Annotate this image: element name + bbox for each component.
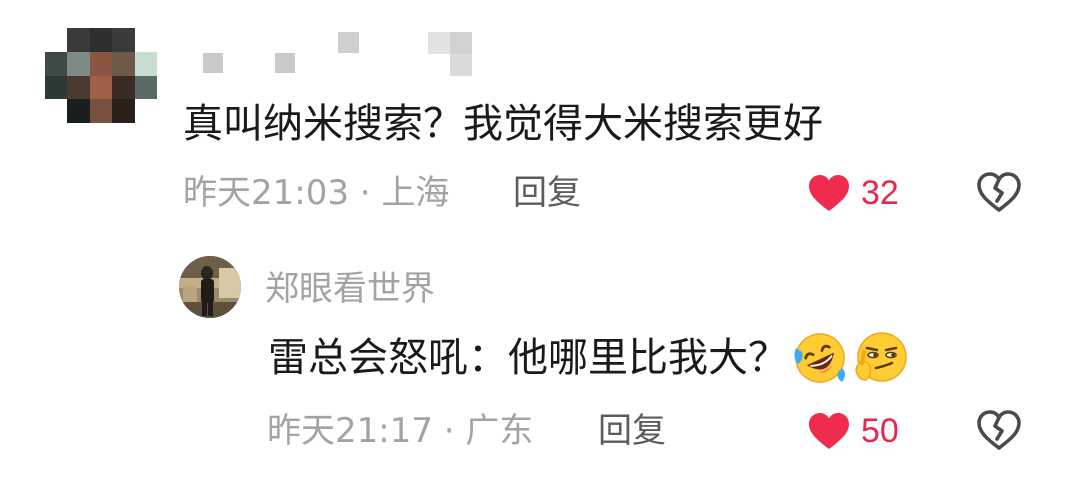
broken-heart-icon <box>976 409 1022 451</box>
smirking-thinking-face-icon <box>852 330 908 386</box>
reply-button[interactable]: 回复 <box>598 409 666 453</box>
reply-timestamp-location: 昨天21:17 · 广东 <box>267 411 534 451</box>
reply-button[interactable]: 回复 <box>513 171 581 215</box>
heart-icon <box>807 411 851 451</box>
like-count: 50 <box>861 412 899 450</box>
heart-icon <box>807 173 851 213</box>
like-count: 32 <box>861 174 899 212</box>
avatar[interactable] <box>179 256 241 318</box>
reply-text: 雷总会怒吼：他哪里比我大？ <box>268 335 788 381</box>
comment-timestamp-location: 昨天21:03 · 上海 <box>183 173 450 213</box>
username-pixelated[interactable] <box>200 30 480 78</box>
like-button[interactable]: 50 <box>807 409 899 453</box>
dislike-button[interactable] <box>976 409 1022 451</box>
dislike-button[interactable] <box>976 171 1022 213</box>
rolling-on-floor-laughing-icon <box>792 330 848 386</box>
like-button[interactable]: 32 <box>807 171 899 215</box>
reply-author-name[interactable]: 郑眼看世界 <box>265 266 435 312</box>
broken-heart-icon <box>976 171 1022 213</box>
comment-text: 真叫纳米搜索？我觉得大米搜索更好 <box>183 101 823 147</box>
avatar-pixelated[interactable] <box>45 28 157 123</box>
reply-text-line: 雷总会怒吼：他哪里比我大？ <box>268 330 908 386</box>
